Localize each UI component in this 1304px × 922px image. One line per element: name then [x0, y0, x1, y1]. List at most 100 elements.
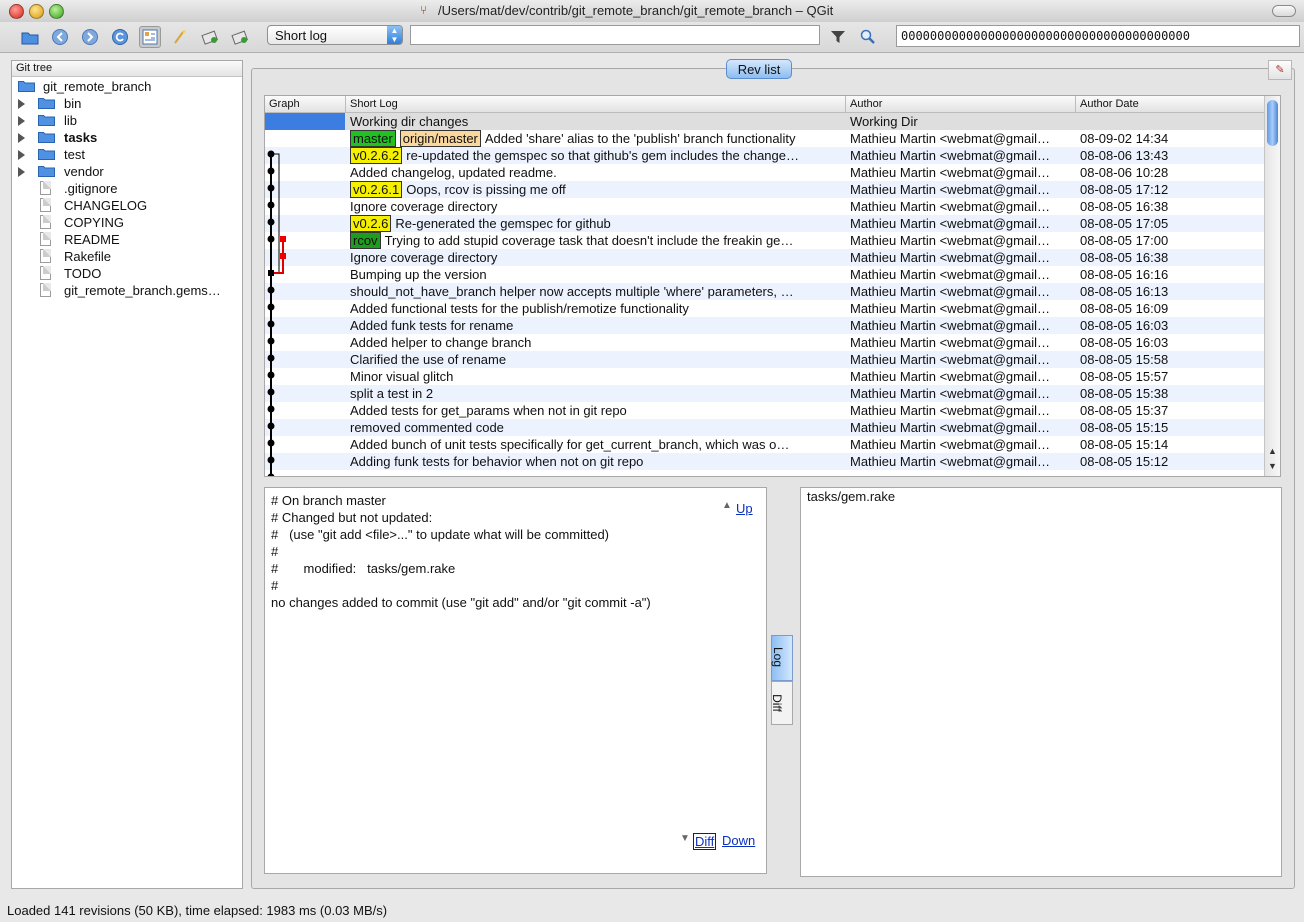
- commit-author: Mathieu Martin <webmat@gmail…: [850, 386, 1050, 401]
- zoom-window-button[interactable]: [49, 4, 64, 19]
- close-window-button[interactable]: [9, 4, 24, 19]
- open-repo-button[interactable]: [19, 26, 41, 48]
- commit-message: Added helper to change branch: [350, 335, 532, 350]
- view-mode-value: Short log: [275, 28, 328, 43]
- forward-button[interactable]: [79, 26, 101, 48]
- commit-short-log: v0.2.6.2 re-updated the gemspec so that g…: [350, 147, 844, 164]
- expand-triangle-icon[interactable]: [18, 150, 25, 160]
- folder-icon: [38, 115, 55, 126]
- git-tree-panel: Git tree git_remote_branch bin lib tasks te…: [11, 60, 243, 889]
- commit-date: 08-08-05 15:15: [1080, 420, 1169, 435]
- close-tab-button[interactable]: ✎: [1268, 60, 1292, 80]
- commit-date: [1080, 113, 1265, 130]
- log-line: no changes added to commit (use "git add…: [271, 595, 651, 610]
- tab-diff-label: Diff: [769, 694, 784, 712]
- column-header-author[interactable]: Author: [846, 96, 1076, 112]
- refresh-button[interactable]: [109, 26, 131, 48]
- expand-triangle-icon[interactable]: [18, 99, 25, 109]
- commit-row[interactable]: Added helper to change branch Mathieu Mar…: [265, 334, 1265, 351]
- filter-input[interactable]: [410, 25, 820, 45]
- commit-author: Mathieu Martin <webmat@gmail…: [850, 250, 1050, 265]
- tab-log[interactable]: Log: [771, 635, 793, 681]
- commit-row[interactable]: Added changelog, updated readme. Mathieu …: [265, 164, 1265, 181]
- commit-row[interactable]: Adding funk tests for behavior when not …: [265, 453, 1265, 470]
- tree-item-label: git_remote_branch.gems…: [64, 283, 221, 298]
- commit-row[interactable]: split a test in 2 Mathieu Martin <webmat@…: [265, 385, 1265, 402]
- expand-triangle-icon[interactable]: [18, 133, 25, 143]
- commit-short-log: rcov Trying to add stupid coverage task t…: [350, 232, 844, 249]
- commit-row[interactable]: should_not_have_branch helper now accept…: [265, 283, 1265, 300]
- rev-list-scroll-thumb[interactable]: [1267, 100, 1278, 146]
- refresh-icon: [112, 29, 128, 45]
- apply-patch-button[interactable]: [229, 26, 251, 48]
- commit-row[interactable]: Clarified the use of rename Mathieu Marti…: [265, 351, 1265, 368]
- settings-button[interactable]: [169, 26, 191, 48]
- down-link[interactable]: Down: [722, 833, 755, 848]
- commit-row[interactable]: Added bunch of unit tests specifically f…: [265, 436, 1265, 453]
- commit-author: Mathieu Martin <webmat@gmail…: [850, 284, 1050, 299]
- tab-rev-list[interactable]: Rev list: [726, 59, 792, 79]
- commit-short-log: Minor visual glitch: [350, 368, 844, 385]
- commit-row[interactable]: removed commented code Mathieu Martin <we…: [265, 419, 1265, 436]
- commit-row[interactable]: Added functional tests for the publish/r…: [265, 300, 1265, 317]
- commit-author: Mathieu Martin <webmat@gmail…: [850, 420, 1050, 435]
- commit-row[interactable]: master origin/master Added 'share' alias t…: [265, 130, 1265, 147]
- commit-message: Adding funk tests for behavior when not …: [350, 454, 644, 469]
- commit-message: Added bunch of unit tests specifically f…: [350, 437, 790, 452]
- commit-author: Mathieu Martin <webmat@gmail…: [850, 454, 1050, 469]
- commit-message: split a test in 2: [350, 386, 434, 401]
- commit-row[interactable]: rcov Trying to add stupid coverage task t…: [265, 232, 1265, 249]
- qgit-app-icon: ⑂: [420, 3, 428, 17]
- sha-input[interactable]: 0000000000000000000000000000000000000000: [896, 25, 1300, 47]
- view-mode-select[interactable]: Short log ▲ ▼: [267, 25, 403, 45]
- commit-author: Mathieu Martin <webmat@gmail…: [850, 233, 1050, 248]
- column-header-short-log[interactable]: Short Log: [346, 96, 846, 112]
- tree-item-label: lib: [64, 113, 78, 128]
- back-button[interactable]: [49, 26, 71, 48]
- commit-author: Mathieu Martin <webmat@gmail…: [850, 437, 1050, 452]
- up-link[interactable]: Up: [736, 501, 753, 516]
- minimize-window-button[interactable]: [29, 4, 44, 19]
- commit-row[interactable]: Added tests for get_params when not in g…: [265, 402, 1265, 419]
- commit-row[interactable]: Bumping up the version Mathieu Martin <we…: [265, 266, 1265, 283]
- commit-author: Mathieu Martin <webmat@gmail…: [850, 352, 1050, 367]
- commit-row[interactable]: Minor visual glitch Mathieu Martin <webma…: [265, 368, 1265, 385]
- search-button[interactable]: [857, 26, 879, 48]
- close-tab-icon: ✎: [1275, 64, 1285, 76]
- file-icon: [40, 232, 51, 246]
- commit-message: Working dir changes: [350, 114, 469, 129]
- file-icon: [40, 181, 51, 195]
- commit-short-log: v0.2.6.1 Oops, rcov is pissing me off: [350, 181, 844, 198]
- folder-icon: [38, 132, 55, 143]
- window-title: /Users/mat/dev/contrib/git_remote_branch…: [438, 3, 834, 18]
- diff-link[interactable]: Diff: [693, 833, 717, 850]
- scroll-down-arrow[interactable]: ▼: [1268, 461, 1277, 471]
- commit-row[interactable]: Added funk tests for rename Mathieu Marti…: [265, 317, 1265, 334]
- commit-row[interactable]: Ignore coverage directory Mathieu Martin …: [265, 249, 1265, 266]
- commit-message: Trying to add stupid coverage task that …: [384, 233, 794, 248]
- commit-short-log: Added functional tests for the publish/r…: [350, 300, 844, 317]
- expand-triangle-icon[interactable]: [18, 116, 25, 126]
- tree-view-toggle[interactable]: [139, 26, 161, 48]
- tab-diff[interactable]: Diff: [769, 681, 793, 725]
- commit-short-log: Adding funk tests for behavior when not …: [350, 453, 844, 470]
- scroll-up-arrow[interactable]: ▲: [1268, 446, 1277, 456]
- rev-list-table: Graph Short Log Author Author Date Worki…: [264, 95, 1281, 477]
- column-header-date[interactable]: Author Date: [1076, 96, 1265, 112]
- commit-date: 08-08-05 16:38: [1080, 250, 1169, 265]
- commit-short-log: Added tests for get_params when not in g…: [350, 402, 844, 419]
- toolbar-toggle-button[interactable]: [1272, 5, 1296, 17]
- envelope-apply-icon: [231, 30, 248, 45]
- working-dir-row[interactable]: Working dir changes Working Dir: [265, 113, 1265, 130]
- commit-row[interactable]: v0.2.6 Re-generated the gemspec for githu…: [265, 215, 1265, 232]
- commit-row[interactable]: v0.2.6.1 Oops, rcov is pissing me off Math…: [265, 181, 1265, 198]
- diff-file-name[interactable]: tasks/gem.rake: [807, 489, 895, 504]
- mail-patch-button[interactable]: [199, 26, 221, 48]
- filter-button[interactable]: [827, 26, 849, 48]
- ref-tag: master: [350, 130, 396, 147]
- commit-row[interactable]: v0.2.6.2 re-updated the gemspec so that g…: [265, 147, 1265, 164]
- commit-row[interactable]: Ignore coverage directory Mathieu Martin …: [265, 198, 1265, 215]
- column-header-graph[interactable]: Graph: [265, 96, 346, 112]
- rev-list-scrollbar[interactable]: ▲ ▼: [1264, 96, 1280, 476]
- expand-triangle-icon[interactable]: [18, 167, 25, 177]
